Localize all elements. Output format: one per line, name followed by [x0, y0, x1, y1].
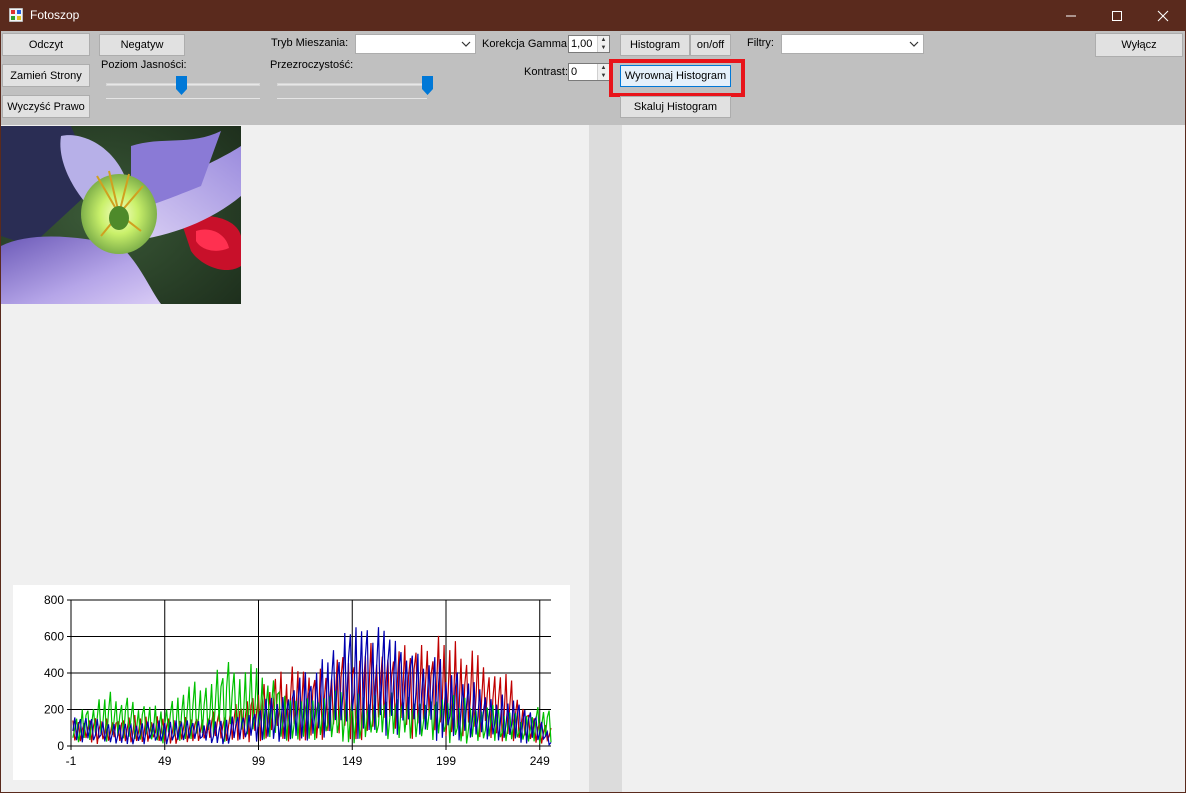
histogram-chart: 0 200 400 600 800 -1 49 99 149 199 249 — [44, 593, 552, 768]
stepper-up-icon[interactable]: ▲ — [598, 64, 609, 72]
negatyw-button[interactable]: Negatyw — [99, 34, 185, 56]
korekcja-gamma-value: 1,00 — [571, 38, 593, 50]
app-icon — [9, 8, 23, 22]
tryb-mieszania-label: Tryb Mieszania: — [271, 37, 349, 49]
minimize-button[interactable] — [1048, 0, 1094, 31]
stepper-down-icon[interactable]: ▼ — [598, 72, 609, 80]
y-tick-label: 400 — [44, 666, 64, 680]
on-off-button[interactable]: on/off — [690, 34, 731, 56]
wyczysc-prawo-button[interactable]: Wyczyść Prawo — [2, 95, 90, 118]
panel-splitter[interactable] — [589, 125, 622, 792]
wyrownaj-histogram-button[interactable]: Wyrownaj Histogram — [620, 65, 731, 87]
stepper-up-icon[interactable]: ▲ — [598, 36, 609, 44]
close-button[interactable] — [1140, 0, 1186, 31]
flower-photo — [1, 126, 241, 304]
tryb-mieszania-dropdown[interactable] — [355, 34, 476, 54]
kontrast-label: Kontrast: — [524, 66, 569, 78]
przezroczystosc-label: Przezroczystość: — [270, 59, 354, 71]
close-icon — [1157, 10, 1169, 22]
histogram-button[interactable]: Histogram — [620, 34, 690, 56]
filtry-label: Filtry: — [747, 37, 774, 49]
y-tick-label: 200 — [44, 703, 64, 717]
right-image-panel — [622, 125, 1185, 792]
odczyt-button[interactable]: Odczyt — [2, 33, 90, 56]
y-tick-label: 600 — [44, 630, 64, 644]
zamien-strony-button[interactable]: Zamień Strony — [2, 64, 90, 87]
korekcja-gamma-stepper[interactable]: 1,00 ▲ ▼ — [568, 35, 610, 53]
x-tick-label: -1 — [66, 754, 77, 768]
slider-thumb[interactable] — [421, 76, 433, 95]
korekcja-gamma-label: Korekcja Gamma: — [482, 38, 571, 50]
wylacz-button[interactable]: Wyłącz — [1095, 33, 1183, 57]
kontrast-value: 0 — [571, 66, 578, 78]
skaluj-histogram-button[interactable]: Skaluj Histogram — [620, 96, 731, 118]
maximize-button[interactable] — [1094, 0, 1140, 31]
przezroczystosc-slider[interactable] — [275, 74, 433, 102]
x-tick-label: 249 — [530, 754, 550, 768]
stepper-down-icon[interactable]: ▼ — [598, 44, 609, 52]
y-tick-label: 800 — [44, 593, 64, 607]
chevron-down-icon — [461, 41, 471, 47]
minimize-icon — [1066, 15, 1076, 17]
x-tick-label: 199 — [436, 754, 456, 768]
y-tick-label: 0 — [57, 739, 64, 753]
x-tick-label: 149 — [342, 754, 362, 768]
slider-thumb[interactable] — [175, 76, 187, 95]
poziom-jasnosci-label: Poziom Jasności: — [101, 59, 187, 71]
histogram-chart-panel: 0 200 400 600 800 -1 49 99 149 199 249 — [13, 585, 570, 780]
chevron-down-icon — [909, 41, 919, 47]
kontrast-stepper[interactable]: 0 ▲ ▼ — [568, 63, 610, 81]
window-title: Fotoszop — [30, 8, 80, 22]
x-tick-label: 99 — [252, 754, 266, 768]
maximize-icon — [1112, 11, 1122, 21]
x-tick-label: 49 — [158, 754, 172, 768]
filtry-dropdown[interactable] — [781, 34, 924, 54]
app-window: Fotoszop Odczyt Zamień Strony Wyczyść Pr… — [0, 0, 1186, 793]
poziom-jasnosci-slider[interactable] — [104, 74, 262, 102]
title-bar: Fotoszop — [0, 0, 1186, 31]
